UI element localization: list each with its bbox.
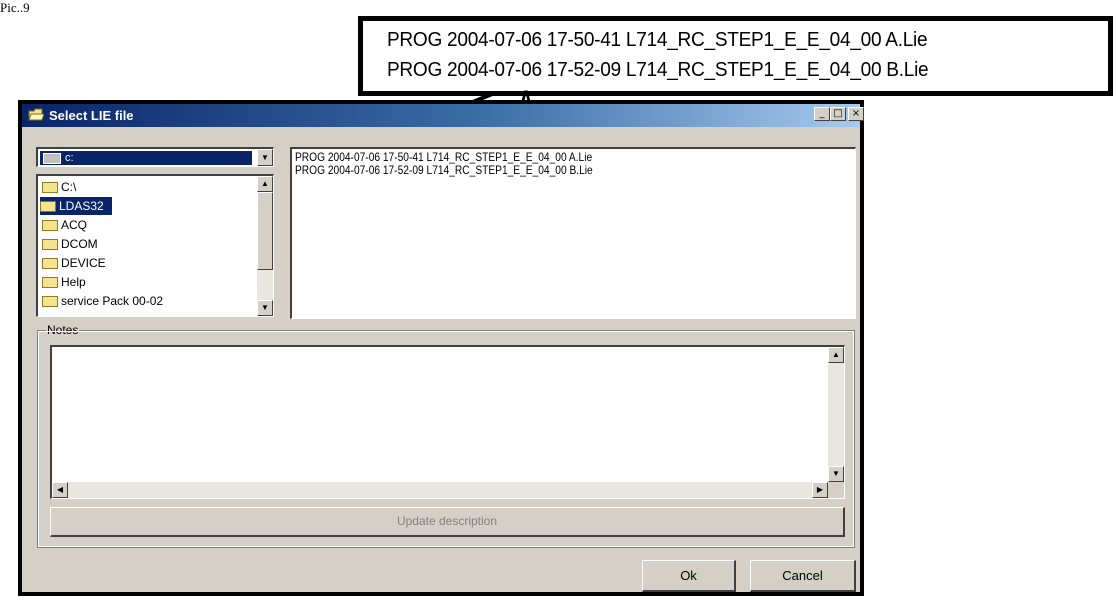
cancel-button[interactable]: Cancel <box>750 560 856 592</box>
folder-item-service-pack[interactable]: service Pack 00-02 <box>42 292 163 310</box>
drive-icon <box>43 153 61 164</box>
notes-label: Notes <box>46 323 80 337</box>
title-bar[interactable]: Select LIE file _ □ × <box>22 104 864 127</box>
folder-scrollbar[interactable]: ▲ ▼ <box>257 176 273 316</box>
file-list[interactable]: PROG 2004-07-06 17-50-41 L714_RC_STEP1_E… <box>290 147 856 319</box>
folder-item-ldas32[interactable]: LDAS32 <box>40 197 112 215</box>
drive-label: c: <box>65 152 74 164</box>
folder-label: Help <box>61 275 86 289</box>
minimize-button[interactable]: _ <box>814 107 830 121</box>
figure-caption: Pic..9 <box>0 0 30 15</box>
open-folder-icon <box>42 182 58 194</box>
notes-vertical-scrollbar[interactable]: ▲ ▼ <box>828 347 844 482</box>
folder-label: service Pack 00-02 <box>61 294 164 308</box>
folder-item-device[interactable]: DEVICE <box>42 254 106 272</box>
folder-icon <box>42 277 58 289</box>
notes-horizontal-scrollbar[interactable]: ◀ ▶ <box>52 482 828 498</box>
folder-item-help[interactable]: Help <box>42 273 86 291</box>
update-description-button[interactable]: Update description <box>50 507 845 537</box>
callout-line: PROG 2004-07-06 17-52-09 L714_RC_STEP1_E… <box>387 58 929 81</box>
open-folder-icon <box>28 108 44 121</box>
folder-icon <box>42 220 58 232</box>
maximize-button[interactable]: □ <box>830 107 846 121</box>
dialog-title: Select LIE file <box>49 108 134 123</box>
zoom-callout: PROG 2004-07-06 17-50-41 L714_RC_STEP1_E… <box>358 16 1113 96</box>
folder-label: ACQ <box>61 218 88 232</box>
file-item[interactable]: PROG 2004-07-06 17-52-09 L714_RC_STEP1_E… <box>295 164 593 177</box>
scroll-thumb[interactable] <box>257 192 273 270</box>
folder-item-root[interactable]: C:\ <box>42 178 76 196</box>
drive-dropdown-button[interactable]: ▼ <box>257 149 273 166</box>
folder-label: C:\ <box>61 180 77 194</box>
drive-selected-value: c: <box>40 151 252 165</box>
folder-item-acq[interactable]: ACQ <box>42 216 87 234</box>
close-button[interactable]: × <box>848 107 864 121</box>
folder-item-dcom[interactable]: DCOM <box>42 235 98 253</box>
folder-icon <box>42 296 58 308</box>
notes-textarea[interactable]: ▲ ▼ ◀ ▶ <box>50 345 845 499</box>
scroll-down-button[interactable]: ▼ <box>257 300 273 316</box>
folder-icon <box>42 239 58 251</box>
callout-line: PROG 2004-07-06 17-50-41 L714_RC_STEP1_E… <box>387 28 928 51</box>
folder-label: DCOM <box>61 237 98 251</box>
folder-list[interactable]: C:\ LDAS32 ACQ DCOM DEVICE Help service … <box>36 174 274 317</box>
scroll-up-button[interactable]: ▲ <box>257 176 273 192</box>
folder-icon <box>42 258 58 270</box>
open-folder-icon <box>40 201 56 213</box>
folder-label: DEVICE <box>61 256 106 270</box>
select-lie-dialog: Select LIE file _ □ × c: ▼ C:\ LDAS32 AC… <box>18 100 864 596</box>
drive-select[interactable]: c: ▼ <box>36 147 274 167</box>
notes-group: Notes ▲ ▼ ◀ ▶ Update description <box>37 323 855 548</box>
scrollbar-corner <box>828 482 844 498</box>
scroll-down-button[interactable]: ▼ <box>828 466 844 482</box>
scroll-right-button[interactable]: ▶ <box>812 482 828 498</box>
ok-button[interactable]: Ok <box>642 560 736 592</box>
scroll-left-button[interactable]: ◀ <box>52 482 68 498</box>
scroll-up-button[interactable]: ▲ <box>828 347 844 363</box>
folder-label: LDAS32 <box>59 199 104 213</box>
